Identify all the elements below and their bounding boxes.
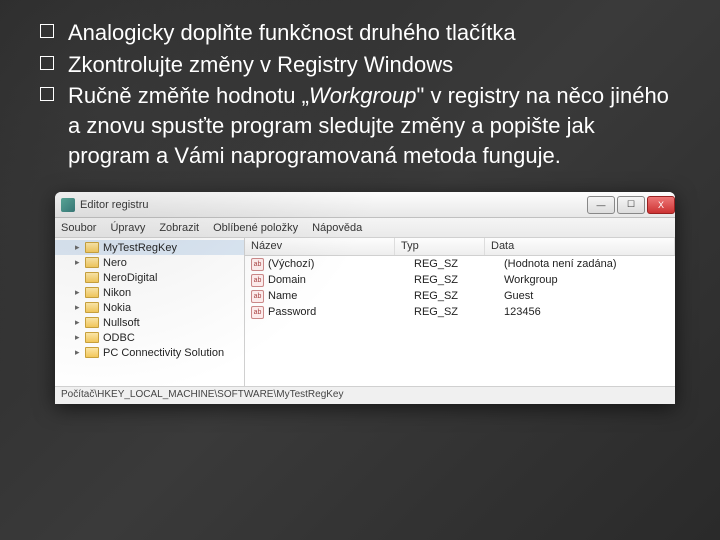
- menu-file[interactable]: Soubor: [61, 222, 96, 234]
- content-area: ▸ MyTestRegKey ▸ Nero NeroDigital ▸ Nikon ▸…: [55, 238, 675, 386]
- folder-icon: [85, 332, 99, 343]
- tree-label: Nikon: [103, 287, 131, 299]
- list-row[interactable]: ab Domain REG_SZ Workgroup: [245, 272, 675, 288]
- maximize-button[interactable]: ☐: [617, 196, 645, 214]
- menu-favorites[interactable]: Oblíbené položky: [213, 222, 298, 234]
- cell-data: Guest: [498, 290, 675, 302]
- expand-icon[interactable]: ▸: [75, 302, 85, 313]
- col-name[interactable]: Název: [245, 238, 395, 255]
- folder-icon: [85, 347, 99, 358]
- cell-data: Workgroup: [498, 274, 675, 286]
- tree-pane[interactable]: ▸ MyTestRegKey ▸ Nero NeroDigital ▸ Nikon ▸…: [55, 238, 245, 386]
- folder-icon: [85, 257, 99, 268]
- cell-name: (Výchozí): [268, 258, 408, 270]
- folder-icon: [85, 242, 99, 253]
- tree-label: PC Connectivity Solution: [103, 347, 224, 359]
- tree-label: ODBC: [103, 332, 135, 344]
- quote-open: „: [302, 83, 309, 108]
- checkbox-icon: [40, 87, 54, 101]
- string-value-icon: ab: [251, 258, 264, 271]
- list-row[interactable]: ab (Výchozí) REG_SZ (Hodnota není zadána…: [245, 256, 675, 272]
- col-data[interactable]: Data: [485, 238, 675, 255]
- folder-icon: [85, 287, 99, 298]
- cell-type: REG_SZ: [408, 290, 498, 302]
- regedit-icon: [61, 198, 75, 212]
- bullet-item: Ručně změňte hodnotu „Workgroup" v regis…: [68, 81, 680, 170]
- checkbox-icon: [40, 56, 54, 70]
- workgroup-word: Workgroup: [309, 83, 417, 108]
- tree-item[interactable]: ▸ Nullsoft: [55, 315, 244, 330]
- cell-name: Name: [268, 290, 408, 302]
- menubar: Soubor Úpravy Zobrazit Oblíbené položky …: [55, 218, 675, 238]
- window-title: Editor registru: [80, 199, 148, 211]
- minimize-button[interactable]: —: [587, 196, 615, 214]
- checkbox-icon: [40, 24, 54, 38]
- cell-data: (Hodnota není zadána): [498, 258, 675, 270]
- expand-icon[interactable]: ▸: [75, 242, 85, 253]
- status-bar: Počítač\HKEY_LOCAL_MACHINE\SOFTWARE\MyTe…: [55, 386, 675, 404]
- expand-icon[interactable]: ▸: [75, 317, 85, 328]
- tree-label: Nokia: [103, 302, 131, 314]
- tree-item[interactable]: ▸ ODBC: [55, 330, 244, 345]
- tree-item[interactable]: ▸ Nikon: [55, 285, 244, 300]
- cell-data: 123456: [498, 306, 675, 318]
- list-row[interactable]: ab Password REG_SZ 123456: [245, 304, 675, 320]
- string-value-icon: ab: [251, 274, 264, 287]
- folder-icon: [85, 272, 99, 283]
- bullet-text: Zkontrolujte změny v Registry Windows: [68, 52, 453, 77]
- tree-item[interactable]: ▸ Nokia: [55, 300, 244, 315]
- close-button[interactable]: X: [647, 196, 675, 214]
- cell-name: Password: [268, 306, 408, 318]
- titlebar[interactable]: Editor registru — ☐ X: [55, 192, 675, 218]
- tree-label: Nero: [103, 257, 127, 269]
- expand-icon[interactable]: ▸: [75, 287, 85, 298]
- tree-item[interactable]: NeroDigital: [55, 270, 244, 285]
- folder-icon: [85, 317, 99, 328]
- menu-help[interactable]: Nápověda: [312, 222, 362, 234]
- expand-icon[interactable]: ▸: [75, 257, 85, 268]
- string-value-icon: ab: [251, 306, 264, 319]
- bullet-item: Zkontrolujte změny v Registry Windows: [68, 50, 680, 80]
- cell-type: REG_SZ: [408, 274, 498, 286]
- menu-view[interactable]: Zobrazit: [159, 222, 199, 234]
- cell-type: REG_SZ: [408, 258, 498, 270]
- cell-name: Domain: [268, 274, 408, 286]
- tree-item[interactable]: ▸ PC Connectivity Solution: [55, 345, 244, 360]
- tree-item[interactable]: ▸ Nero: [55, 255, 244, 270]
- regedit-window: Editor registru — ☐ X Soubor Úpravy Zobr…: [55, 192, 675, 404]
- expand-icon[interactable]: ▸: [75, 347, 85, 358]
- cell-type: REG_SZ: [408, 306, 498, 318]
- bullet-text: Analogicky doplňte funkčnost druhého tla…: [68, 20, 516, 45]
- tree-label: NeroDigital: [103, 272, 157, 284]
- folder-icon: [85, 302, 99, 313]
- menu-edit[interactable]: Úpravy: [110, 222, 145, 234]
- expand-icon[interactable]: ▸: [75, 332, 85, 343]
- bullet-item: Analogicky doplňte funkčnost druhého tla…: [68, 18, 680, 48]
- bullet-text: Ručně změňte hodnotu: [68, 83, 302, 108]
- string-value-icon: ab: [251, 290, 264, 303]
- list-pane[interactable]: Název Typ Data ab (Výchozí) REG_SZ (Hodn…: [245, 238, 675, 386]
- list-header: Název Typ Data: [245, 238, 675, 256]
- list-row[interactable]: ab Name REG_SZ Guest: [245, 288, 675, 304]
- tree-label: Nullsoft: [103, 317, 140, 329]
- tree-label: MyTestRegKey: [103, 242, 177, 254]
- window-controls: — ☐ X: [585, 196, 675, 214]
- tree-item-mytestregkey[interactable]: ▸ MyTestRegKey: [55, 240, 244, 255]
- bullet-list: Analogicky doplňte funkčnost druhého tla…: [0, 0, 720, 170]
- col-type[interactable]: Typ: [395, 238, 485, 255]
